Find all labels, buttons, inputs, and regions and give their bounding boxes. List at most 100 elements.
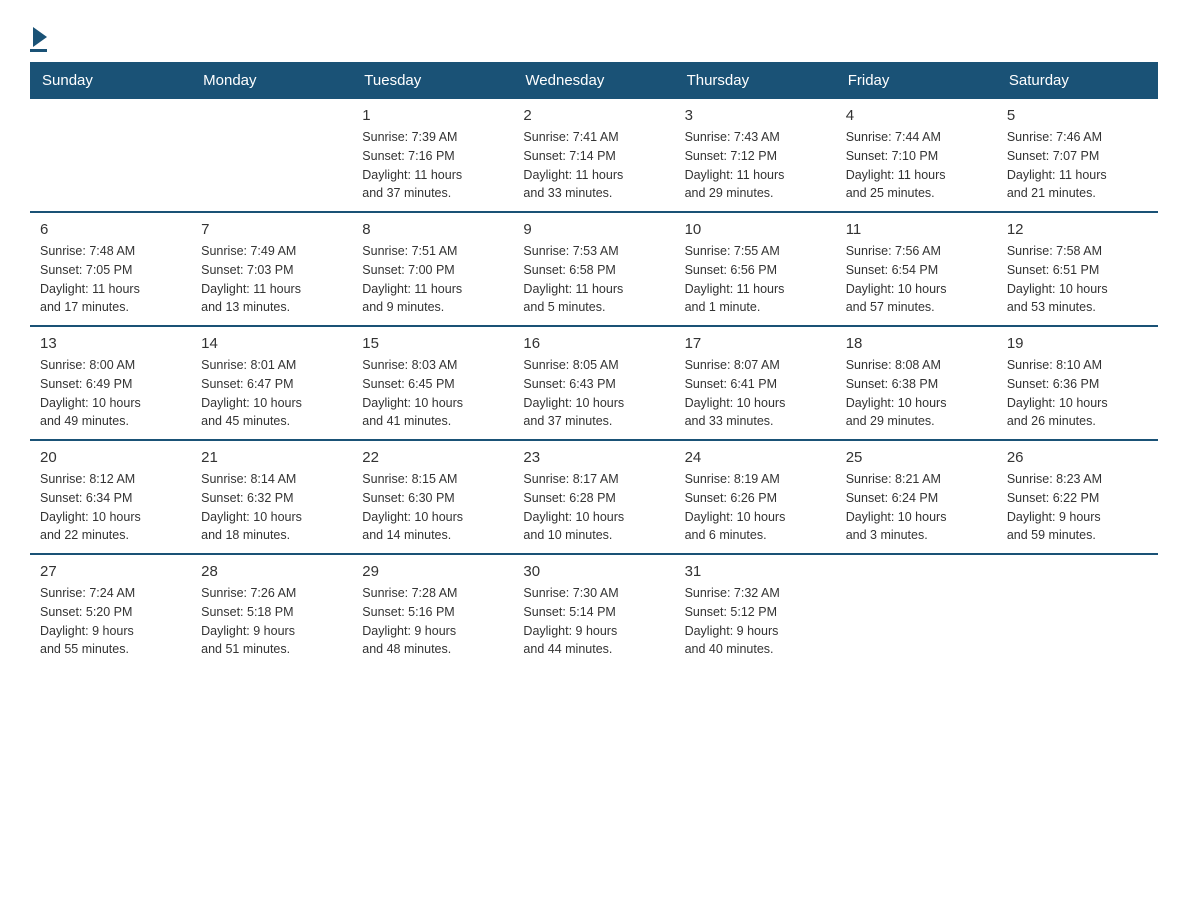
day-info: Sunrise: 8:10 AMSunset: 6:36 PMDaylight:…	[1007, 356, 1148, 431]
day-info: Sunrise: 7:44 AMSunset: 7:10 PMDaylight:…	[846, 128, 987, 203]
day-number: 18	[846, 335, 987, 352]
calendar-cell: 20 Sunrise: 8:12 AMSunset: 6:34 PMDayligh…	[30, 440, 191, 554]
day-number: 11	[846, 221, 987, 238]
day-info: Sunrise: 7:48 AMSunset: 7:05 PMDaylight:…	[40, 242, 181, 317]
day-info: Sunrise: 8:19 AMSunset: 6:26 PMDaylight:…	[685, 470, 826, 545]
day-number: 4	[846, 107, 987, 124]
weekday-header-monday: Monday	[191, 62, 352, 99]
day-number: 15	[362, 335, 503, 352]
day-number: 19	[1007, 335, 1148, 352]
weekday-header-saturday: Saturday	[997, 62, 1158, 99]
calendar-cell: 16Sunrise: 8:05 AMSunset: 6:43 PMDayligh…	[513, 326, 674, 440]
calendar-cell	[191, 99, 352, 212]
calendar-cell: 17 Sunrise: 8:07 AMSunset: 6:41 PMDayligh…	[675, 326, 836, 440]
calendar-cell: 12 Sunrise: 7:58 AMSunset: 6:51 PMDayligh…	[997, 212, 1158, 326]
day-info: Sunrise: 8:23 AMSunset: 6:22 PMDaylight:…	[1007, 470, 1148, 545]
day-info: Sunrise: 8:21 AMSunset: 6:24 PMDaylight:…	[846, 470, 987, 545]
day-number: 31	[685, 563, 826, 580]
day-info: Sunrise: 7:30 AMSunset: 5:14 PMDaylight:…	[523, 584, 664, 659]
day-number: 5	[1007, 107, 1148, 124]
calendar-cell: 1 Sunrise: 7:39 AMSunset: 7:16 PMDaylight…	[352, 99, 513, 212]
day-info: Sunrise: 7:55 AMSunset: 6:56 PMDaylight:…	[685, 242, 826, 317]
calendar-cell: 10Sunrise: 7:55 AMSunset: 6:56 PMDayligh…	[675, 212, 836, 326]
calendar-cell: 18 Sunrise: 8:08 AMSunset: 6:38 PMDayligh…	[836, 326, 997, 440]
day-info: Sunrise: 8:03 AMSunset: 6:45 PMDaylight:…	[362, 356, 503, 431]
calendar-cell: 22Sunrise: 8:15 AMSunset: 6:30 PMDayligh…	[352, 440, 513, 554]
calendar-cell	[836, 554, 997, 667]
calendar-cell: 4 Sunrise: 7:44 AMSunset: 7:10 PMDaylight…	[836, 99, 997, 212]
day-number: 26	[1007, 449, 1148, 466]
calendar-week-4: 20 Sunrise: 8:12 AMSunset: 6:34 PMDayligh…	[30, 440, 1158, 554]
day-number: 27	[40, 563, 181, 580]
day-number: 12	[1007, 221, 1148, 238]
day-info: Sunrise: 7:32 AMSunset: 5:12 PMDaylight:…	[685, 584, 826, 659]
day-info: Sunrise: 8:05 AMSunset: 6:43 PMDaylight:…	[523, 356, 664, 431]
weekday-header-sunday: Sunday	[30, 62, 191, 99]
calendar-week-5: 27 Sunrise: 7:24 AMSunset: 5:20 PMDayligh…	[30, 554, 1158, 667]
day-number: 21	[201, 449, 342, 466]
calendar-cell: 26 Sunrise: 8:23 AMSunset: 6:22 PMDayligh…	[997, 440, 1158, 554]
day-info: Sunrise: 7:58 AMSunset: 6:51 PMDaylight:…	[1007, 242, 1148, 317]
day-number: 20	[40, 449, 181, 466]
day-number: 28	[201, 563, 342, 580]
header	[30, 20, 1158, 52]
calendar-cell: 30 Sunrise: 7:30 AMSunset: 5:14 PMDayligh…	[513, 554, 674, 667]
day-number: 22	[362, 449, 503, 466]
day-number: 17	[685, 335, 826, 352]
calendar-cell: 24Sunrise: 8:19 AMSunset: 6:26 PMDayligh…	[675, 440, 836, 554]
weekday-header-thursday: Thursday	[675, 62, 836, 99]
logo-divider	[30, 49, 47, 52]
calendar-cell: 29 Sunrise: 7:28 AMSunset: 5:16 PMDayligh…	[352, 554, 513, 667]
day-info: Sunrise: 7:24 AMSunset: 5:20 PMDaylight:…	[40, 584, 181, 659]
day-number: 7	[201, 221, 342, 238]
calendar-cell: 19 Sunrise: 8:10 AMSunset: 6:36 PMDayligh…	[997, 326, 1158, 440]
day-number: 3	[685, 107, 826, 124]
day-info: Sunrise: 8:07 AMSunset: 6:41 PMDaylight:…	[685, 356, 826, 431]
day-number: 25	[846, 449, 987, 466]
calendar-cell: 25 Sunrise: 8:21 AMSunset: 6:24 PMDayligh…	[836, 440, 997, 554]
day-number: 23	[523, 449, 664, 466]
calendar-cell: 3 Sunrise: 7:43 AMSunset: 7:12 PMDaylight…	[675, 99, 836, 212]
day-info: Sunrise: 8:12 AMSunset: 6:34 PMDaylight:…	[40, 470, 181, 545]
day-info: Sunrise: 7:28 AMSunset: 5:16 PMDaylight:…	[362, 584, 503, 659]
calendar-cell: 14 Sunrise: 8:01 AMSunset: 6:47 PMDayligh…	[191, 326, 352, 440]
weekday-header-tuesday: Tuesday	[352, 62, 513, 99]
calendar-week-1: 1 Sunrise: 7:39 AMSunset: 7:16 PMDaylight…	[30, 99, 1158, 212]
logo-arrow-icon	[33, 27, 47, 47]
calendar-cell: 21 Sunrise: 8:14 AMSunset: 6:32 PMDayligh…	[191, 440, 352, 554]
day-info: Sunrise: 7:43 AMSunset: 7:12 PMDaylight:…	[685, 128, 826, 203]
day-info: Sunrise: 7:53 AMSunset: 6:58 PMDaylight:…	[523, 242, 664, 317]
day-info: Sunrise: 8:14 AMSunset: 6:32 PMDaylight:…	[201, 470, 342, 545]
day-number: 13	[40, 335, 181, 352]
day-number: 6	[40, 221, 181, 238]
logo	[30, 20, 47, 52]
calendar-cell: 31 Sunrise: 7:32 AMSunset: 5:12 PMDayligh…	[675, 554, 836, 667]
day-info: Sunrise: 7:39 AMSunset: 7:16 PMDaylight:…	[362, 128, 503, 203]
day-info: Sunrise: 8:17 AMSunset: 6:28 PMDaylight:…	[523, 470, 664, 545]
calendar-cell: 2 Sunrise: 7:41 AMSunset: 7:14 PMDaylight…	[513, 99, 674, 212]
day-number: 14	[201, 335, 342, 352]
day-info: Sunrise: 7:41 AMSunset: 7:14 PMDaylight:…	[523, 128, 664, 203]
day-info: Sunrise: 7:49 AMSunset: 7:03 PMDaylight:…	[201, 242, 342, 317]
day-number: 9	[523, 221, 664, 238]
calendar-cell: 15 Sunrise: 8:03 AMSunset: 6:45 PMDayligh…	[352, 326, 513, 440]
day-number: 30	[523, 563, 664, 580]
day-info: Sunrise: 7:51 AMSunset: 7:00 PMDaylight:…	[362, 242, 503, 317]
calendar-cell: 6 Sunrise: 7:48 AMSunset: 7:05 PMDaylight…	[30, 212, 191, 326]
day-info: Sunrise: 8:08 AMSunset: 6:38 PMDaylight:…	[846, 356, 987, 431]
calendar-cell: 13Sunrise: 8:00 AMSunset: 6:49 PMDayligh…	[30, 326, 191, 440]
day-number: 1	[362, 107, 503, 124]
day-info: Sunrise: 8:01 AMSunset: 6:47 PMDaylight:…	[201, 356, 342, 431]
day-number: 2	[523, 107, 664, 124]
calendar-cell: 9 Sunrise: 7:53 AMSunset: 6:58 PMDaylight…	[513, 212, 674, 326]
day-info: Sunrise: 7:26 AMSunset: 5:18 PMDaylight:…	[201, 584, 342, 659]
calendar-cell: 11 Sunrise: 7:56 AMSunset: 6:54 PMDayligh…	[836, 212, 997, 326]
calendar-cell: 8Sunrise: 7:51 AMSunset: 7:00 PMDaylight…	[352, 212, 513, 326]
day-info: Sunrise: 7:56 AMSunset: 6:54 PMDaylight:…	[846, 242, 987, 317]
calendar-cell: 7 Sunrise: 7:49 AMSunset: 7:03 PMDaylight…	[191, 212, 352, 326]
calendar-cell	[30, 99, 191, 212]
calendar-cell: 5 Sunrise: 7:46 AMSunset: 7:07 PMDaylight…	[997, 99, 1158, 212]
day-number: 29	[362, 563, 503, 580]
calendar-week-2: 6 Sunrise: 7:48 AMSunset: 7:05 PMDaylight…	[30, 212, 1158, 326]
day-info: Sunrise: 7:46 AMSunset: 7:07 PMDaylight:…	[1007, 128, 1148, 203]
